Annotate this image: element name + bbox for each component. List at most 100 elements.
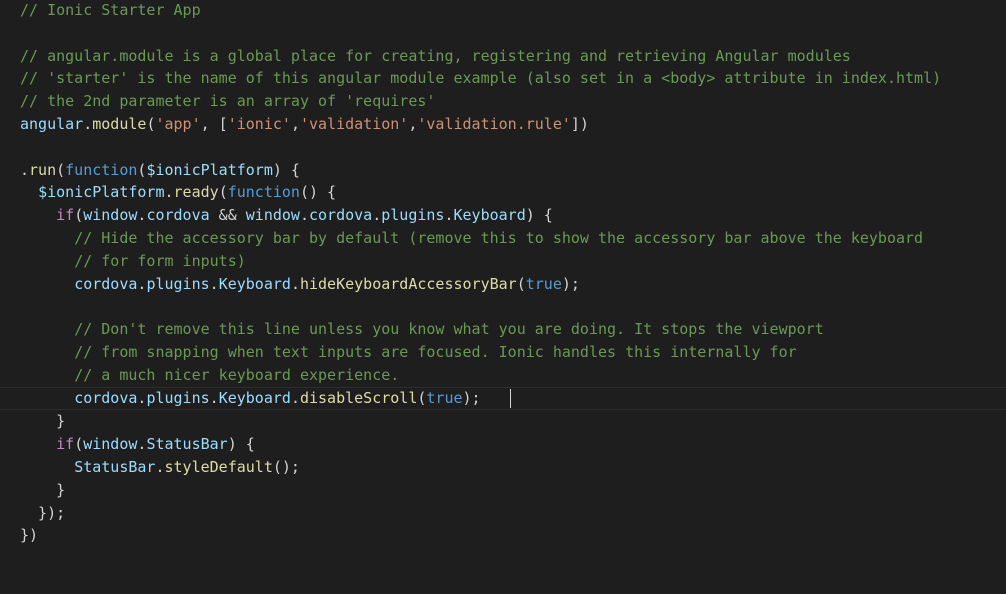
code-token-ident: plugins <box>146 274 210 293</box>
code-token-plain: , <box>290 114 300 133</box>
code-line[interactable]: } <box>20 479 1006 502</box>
code-token-plain: ]) <box>570 114 589 133</box>
code-token-plain: . <box>372 206 382 225</box>
code-token-plain: (); <box>272 457 300 476</box>
code-token-ident: cordova <box>74 274 138 293</box>
code-token-plain: }) <box>20 526 39 545</box>
code-line[interactable]: $ionicPlatform.ready(function() { <box>20 181 1006 204</box>
code-token-plain: ( <box>74 435 84 454</box>
code-token-comment: // Don't remove this line unless you kno… <box>74 320 824 339</box>
code-token-plain: } <box>20 412 66 431</box>
code-token-plain: . <box>209 274 219 293</box>
code-token-plain: ) { <box>272 160 300 179</box>
code-token-plain: . <box>209 388 219 407</box>
code-token-func: disableScroll <box>299 388 418 407</box>
code-line[interactable]: // angular.module is a global place for … <box>20 45 1006 68</box>
code-token-ident: Keyboard <box>453 206 526 225</box>
code-line[interactable]: } <box>20 410 1006 433</box>
code-token-plain: . <box>290 388 300 407</box>
code-line[interactable]: // 'starter' is the name of this angular… <box>20 67 1006 90</box>
code-line[interactable]: }) <box>20 524 1006 547</box>
code-token-ident: angular <box>20 114 84 133</box>
code-token-keyword: function <box>227 183 300 202</box>
code-token-ident: $ionicPlatform <box>146 160 273 179</box>
code-token-plain: ( <box>516 274 526 293</box>
code-token-plain: . <box>155 457 165 476</box>
code-line[interactable]: if(window.StatusBar) { <box>20 433 1006 456</box>
code-line[interactable]: StatusBar.styleDefault(); <box>20 456 1006 479</box>
code-token-ident: window <box>83 435 138 454</box>
code-line[interactable] <box>20 136 1006 159</box>
code-token-ident: StatusBar <box>74 457 156 476</box>
code-token-string: 'ionic' <box>227 114 291 133</box>
code-token-control: if <box>56 206 75 225</box>
code-token-plain: , [ <box>200 114 228 133</box>
code-token-ident: Keyboard <box>218 388 291 407</box>
code-line[interactable]: // for form inputs) <box>20 250 1006 273</box>
code-token-ident: StatusBar <box>146 435 228 454</box>
code-line[interactable]: // Hide the accessory bar by default (re… <box>20 227 1006 250</box>
code-line[interactable]: angular.module('app', ['ionic','validati… <box>20 113 1006 136</box>
code-lines[interactable]: // Ionic Starter App // angular.module i… <box>0 0 1006 547</box>
code-token-comment: // Hide the accessory bar by default (re… <box>74 228 924 247</box>
code-editor[interactable]: // Ionic Starter App // angular.module i… <box>0 0 1006 594</box>
code-token-comment: // Ionic Starter App <box>20 1 201 19</box>
code-line[interactable]: // Don't remove this line unless you kno… <box>20 318 1006 341</box>
code-token-comment: // a much nicer keyboard experience. <box>74 365 400 384</box>
code-token-plain: && <box>209 206 246 225</box>
code-line[interactable] <box>20 22 1006 45</box>
code-token-plain: ); <box>561 274 580 293</box>
code-token-string: 'app' <box>155 114 201 133</box>
code-line[interactable]: // the 2nd parameter is an array of 'req… <box>20 90 1006 113</box>
code-token-func: module <box>92 114 147 133</box>
code-token-plain: ( <box>218 183 228 202</box>
code-token-ident: Keyboard <box>218 274 291 293</box>
code-token-plain: ) { <box>227 435 255 454</box>
code-token-plain: . <box>83 114 93 133</box>
code-token-ident: window <box>83 206 138 225</box>
code-line[interactable]: .run(function($ionicPlatform) { <box>20 159 1006 182</box>
code-token-string: 'validation.rule' <box>417 114 571 133</box>
code-token-plain: ); <box>462 388 508 407</box>
code-token-plain: } <box>20 480 66 499</box>
code-token-ident: plugins <box>146 388 210 407</box>
code-token-ident: plugins <box>381 206 445 225</box>
code-line[interactable]: if(window.cordova && window.cordova.plug… <box>20 204 1006 227</box>
code-token-comment: // the 2nd parameter is an array of 'req… <box>20 92 436 111</box>
code-token-ident: $ionicPlatform <box>38 183 165 202</box>
code-line[interactable]: // Ionic Starter App <box>20 0 1006 22</box>
code-token-plain: ( <box>74 206 84 225</box>
code-token-plain: . <box>290 274 300 293</box>
code-token-plain: }); <box>20 503 66 522</box>
code-token-comment: // from snapping when text inputs are fo… <box>74 342 797 361</box>
code-line-current[interactable]: cordova.plugins.Keyboard.disableScroll(t… <box>0 386 1006 411</box>
code-token-comment: // 'starter' is the name of this angular… <box>20 69 942 88</box>
code-token-comment: // angular.module is a global place for … <box>20 46 851 65</box>
code-line[interactable]: cordova.plugins.Keyboard.hideKeyboardAcc… <box>20 273 1006 296</box>
code-line[interactable]: // from snapping when text inputs are fo… <box>20 341 1006 364</box>
code-line[interactable]: // a much nicer keyboard experience. <box>20 364 1006 387</box>
code-token-keyword: true <box>525 274 562 293</box>
code-token-plain: . <box>444 206 454 225</box>
code-token-ident: window <box>245 206 300 225</box>
code-token-plain: ) { <box>525 206 553 225</box>
code-token-ident: cordova <box>309 206 373 225</box>
code-line[interactable] <box>20 295 1006 318</box>
code-token-func: styleDefault <box>164 457 273 476</box>
code-token-plain: () { <box>299 183 337 202</box>
code-token-comment: // for form inputs) <box>74 251 246 270</box>
code-token-plain: . <box>299 206 309 225</box>
code-line[interactable]: }); <box>20 502 1006 525</box>
text-cursor <box>509 388 511 408</box>
code-token-ident: cordova <box>146 206 210 225</box>
code-token-string: 'validation' <box>299 114 409 133</box>
